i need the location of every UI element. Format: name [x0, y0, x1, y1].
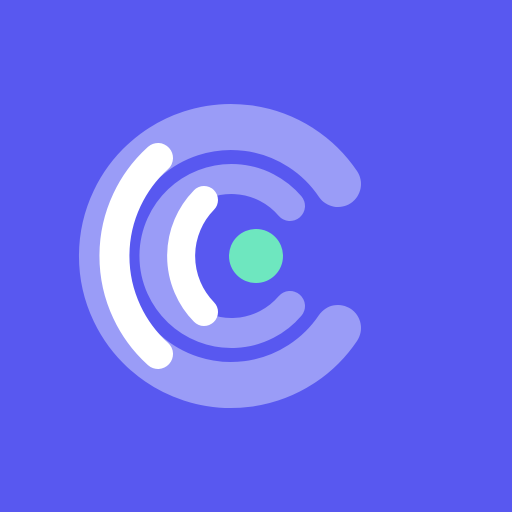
- c-signal-logo-icon: [0, 0, 512, 512]
- center-dot-icon: [229, 229, 283, 283]
- app-icon-canvas: [0, 0, 512, 512]
